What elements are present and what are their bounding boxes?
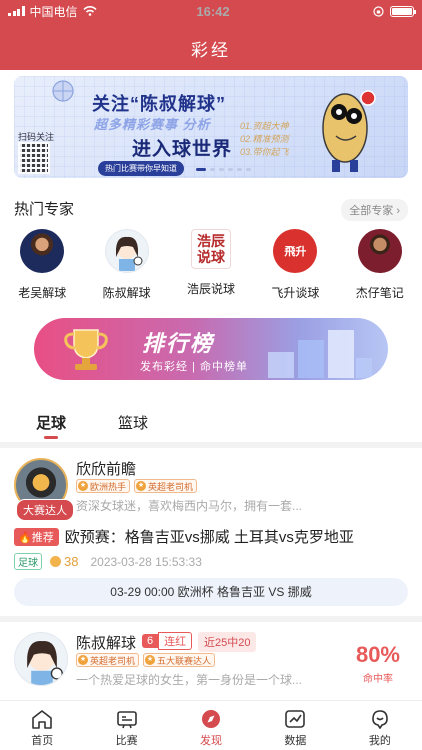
win-streak: 6 连红: [142, 632, 193, 650]
discover-icon: [202, 710, 221, 728]
tab-football[interactable]: 足球: [36, 412, 66, 433]
experts-title: 热门专家: [14, 201, 75, 218]
home-icon: [32, 710, 53, 729]
banner-headline: 关注“陈叔解球”: [92, 94, 226, 114]
honor-tag: ★ 五大联赛达人: [143, 653, 216, 667]
expert-tags: ★ 英超老司机 ★ 五大联赛达人: [76, 653, 216, 667]
basketball-icon: [52, 80, 74, 102]
ranking-banner[interactable]: 排行榜 发布彩经 | 命中榜单: [34, 318, 388, 380]
expert-item[interactable]: 飛升 飞升谈球: [253, 229, 337, 301]
sport-tabs: 足球 篮球: [0, 396, 422, 442]
bar-blocks-illustration: [268, 330, 372, 378]
experts-list: 老吴解球 陈叔解球 浩辰说球 浩辰说球 飛升 飞升谈球 杰仔笔记: [0, 229, 422, 301]
status-bar: 中国电信 16:42: [0, 0, 422, 22]
expert-name: 陈叔解球: [102, 286, 151, 300]
avatar: [357, 229, 402, 273]
nav-home[interactable]: 首页: [0, 701, 84, 750]
battery-icon: [390, 5, 416, 17]
avatar: [104, 229, 149, 273]
banner-list: 01.资超大神 02.精准预测 03.带你起飞: [240, 121, 289, 157]
avatar: [14, 632, 68, 686]
mascot-illustration: [322, 90, 376, 172]
avatar: [20, 229, 65, 273]
post-meta: 足球 38 2023-03-28 15:53:33: [14, 553, 202, 570]
fire-icon: 🔥: [18, 531, 32, 544]
expert-item[interactable]: 浩辰说球 浩辰说球: [169, 229, 253, 301]
star-icon: ★: [78, 481, 88, 491]
nav-profile[interactable]: 我的: [338, 701, 422, 750]
expert-name: 欣欣前瞻: [76, 461, 137, 478]
nav-match[interactable]: 比赛: [84, 701, 168, 750]
coin-icon: [50, 556, 61, 567]
app-header: 中国电信 16:42 彩经: [0, 0, 422, 70]
match-icon: [116, 711, 137, 729]
expert-item[interactable]: 老吴解球: [0, 229, 84, 301]
expert-tags: ★ 欧洲热手 ★ 英超老司机: [76, 479, 198, 493]
active-tab-indicator: [44, 436, 58, 439]
post-card[interactable]: 大赛达人 欣欣前瞻 ★ 欧洲热手 ★ 英超老司机 资深女球迷，喜欢梅西内马尔，拥有一…: [0, 448, 422, 616]
expert-item[interactable]: 陈叔解球: [84, 229, 168, 301]
expert-description: 一个热爱足球的女生，第一身份是一个球...: [76, 673, 303, 687]
honor-tag: ★ 欧洲热手: [76, 479, 131, 493]
honor-tag: ★ 英超老司机: [134, 479, 198, 493]
banner-mainline: 进入球世界: [132, 139, 233, 160]
post-time: 2023-03-28 15:53:33: [90, 554, 202, 569]
trophy-icon: [64, 329, 108, 370]
all-experts-button[interactable]: 全部专家 ›: [341, 199, 408, 221]
expert-name: 老吴解球: [18, 286, 67, 300]
recent-record: 近25中20: [198, 632, 257, 652]
nav-data[interactable]: 数据: [253, 701, 337, 750]
star-icon: ★: [136, 481, 147, 491]
expert-name: 陈叔解球: [76, 635, 137, 652]
promo-banner[interactable]: 关注“陈叔解球” 超多精彩赛事 分析 进入球世界 01.资超大神 02.精准预测…: [14, 76, 408, 178]
nav-discover[interactable]: 发现: [169, 701, 253, 750]
recommend-tag: 🔥推荐: [14, 527, 59, 546]
recommendation: 🔥推荐 欧预赛：格鲁吉亚vs挪威 土耳其vs克罗地亚: [14, 526, 354, 547]
expert-item[interactable]: 杰仔笔记: [338, 229, 422, 301]
carousel-dots: [196, 168, 251, 171]
expert-name: 杰仔笔记: [355, 286, 404, 300]
match-info[interactable]: 03-29 00:00 欧洲杯 格鲁吉亚 VS 挪威: [14, 578, 408, 606]
star-icon: ★: [78, 655, 88, 665]
page-title: 彩经: [191, 41, 231, 60]
ranking-title: 排行榜: [142, 331, 215, 356]
data-icon: [285, 710, 306, 728]
coin-price: 38: [50, 554, 78, 569]
bottom-nav: 首页 比赛 发现 数据 我的: [0, 700, 422, 750]
star-icon: ★: [145, 655, 156, 665]
chevron-right-icon: ›: [396, 205, 400, 217]
expert-card[interactable]: 陈叔解球 6 连红 近25中20 ★ 英超老司机 ★ 五大联赛达人 一个热爱足球的女生…: [0, 622, 422, 706]
sport-tag: 足球: [14, 553, 42, 570]
avatar: 飛升: [273, 229, 318, 273]
tab-basketball[interactable]: 篮球: [118, 412, 148, 433]
hit-rate: 80% 命中率: [355, 642, 400, 685]
expert-name: 浩辰说球: [186, 282, 235, 296]
post-title: 欧预赛：格鲁吉亚vs挪威 土耳其vs克罗地亚: [64, 529, 354, 546]
banner-subline: 超多精彩赛事 分析: [94, 117, 211, 132]
avatar: 浩辰说球: [190, 229, 231, 269]
girl-avatar-icon: [115, 236, 143, 271]
expert-badge: 大赛达人: [16, 499, 74, 521]
girl-avatar-icon: [27, 641, 63, 685]
clock: 16:42: [196, 3, 230, 19]
qr-code: [18, 142, 50, 174]
ranking-subtitle: 发布彩经 | 命中榜单: [140, 361, 248, 373]
expert-description: 资深女球迷，喜欢梅西内马尔，拥有一套...: [76, 499, 303, 513]
banner-pill: 热门比赛带你早知道: [98, 161, 184, 176]
expert-name: 飞升谈球: [271, 286, 320, 300]
honor-tag: ★ 英超老司机: [76, 653, 140, 667]
profile-icon: [372, 710, 388, 729]
